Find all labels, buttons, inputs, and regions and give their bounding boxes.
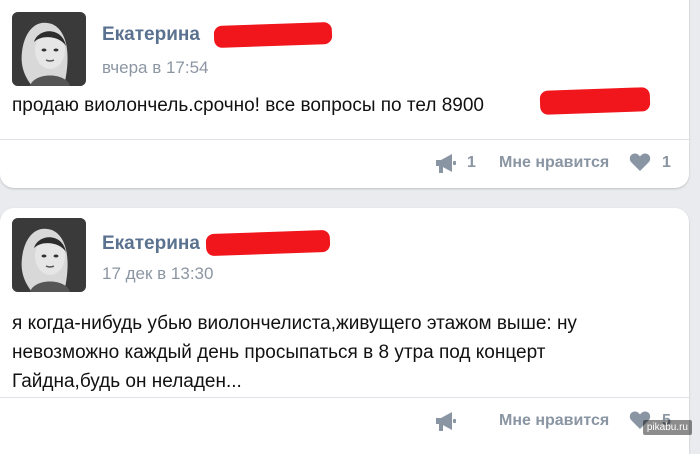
like-button[interactable]: Мне нравится bbox=[499, 154, 609, 180]
redaction-mark bbox=[539, 87, 651, 115]
post-text-line: я когда-нибудь убью виолончелиста,живуще… bbox=[12, 313, 577, 334]
author-name[interactable]: Екатерина bbox=[102, 233, 200, 255]
post-time[interactable]: вчера в 17:54 bbox=[102, 58, 209, 78]
avatar[interactable] bbox=[12, 12, 86, 86]
post-text-line: невозможно каждый день просыпаться в 8 у… bbox=[12, 342, 546, 363]
post-text-line: Гайдна,будь он неладен... bbox=[12, 371, 242, 392]
redaction-mark bbox=[205, 229, 331, 257]
post-time[interactable]: 17 дек в 13:30 bbox=[102, 264, 213, 284]
wall-post: Екатерина вчера в 17:54 продаю виолончел… bbox=[0, 0, 689, 188]
megaphone-icon[interactable] bbox=[434, 410, 458, 432]
divider bbox=[0, 139, 689, 140]
divider bbox=[0, 397, 689, 398]
redaction-mark bbox=[213, 21, 333, 49]
watermark: pikabu.ru bbox=[642, 420, 692, 435]
megaphone-icon[interactable] bbox=[434, 152, 458, 174]
post-text: я когда-нибудь убью виолончелиста,живуще… bbox=[12, 309, 679, 396]
like-count[interactable]: 1 bbox=[662, 154, 671, 180]
wall-post: Екатерина 17 дек в 13:30 я когда-нибудь … bbox=[0, 208, 689, 454]
heart-icon[interactable] bbox=[629, 152, 651, 172]
author-name[interactable]: Екатерина bbox=[102, 24, 200, 46]
like-button[interactable]: Мне нравится bbox=[499, 412, 609, 438]
avatar[interactable] bbox=[12, 218, 86, 292]
share-count[interactable]: 1 bbox=[467, 154, 476, 180]
